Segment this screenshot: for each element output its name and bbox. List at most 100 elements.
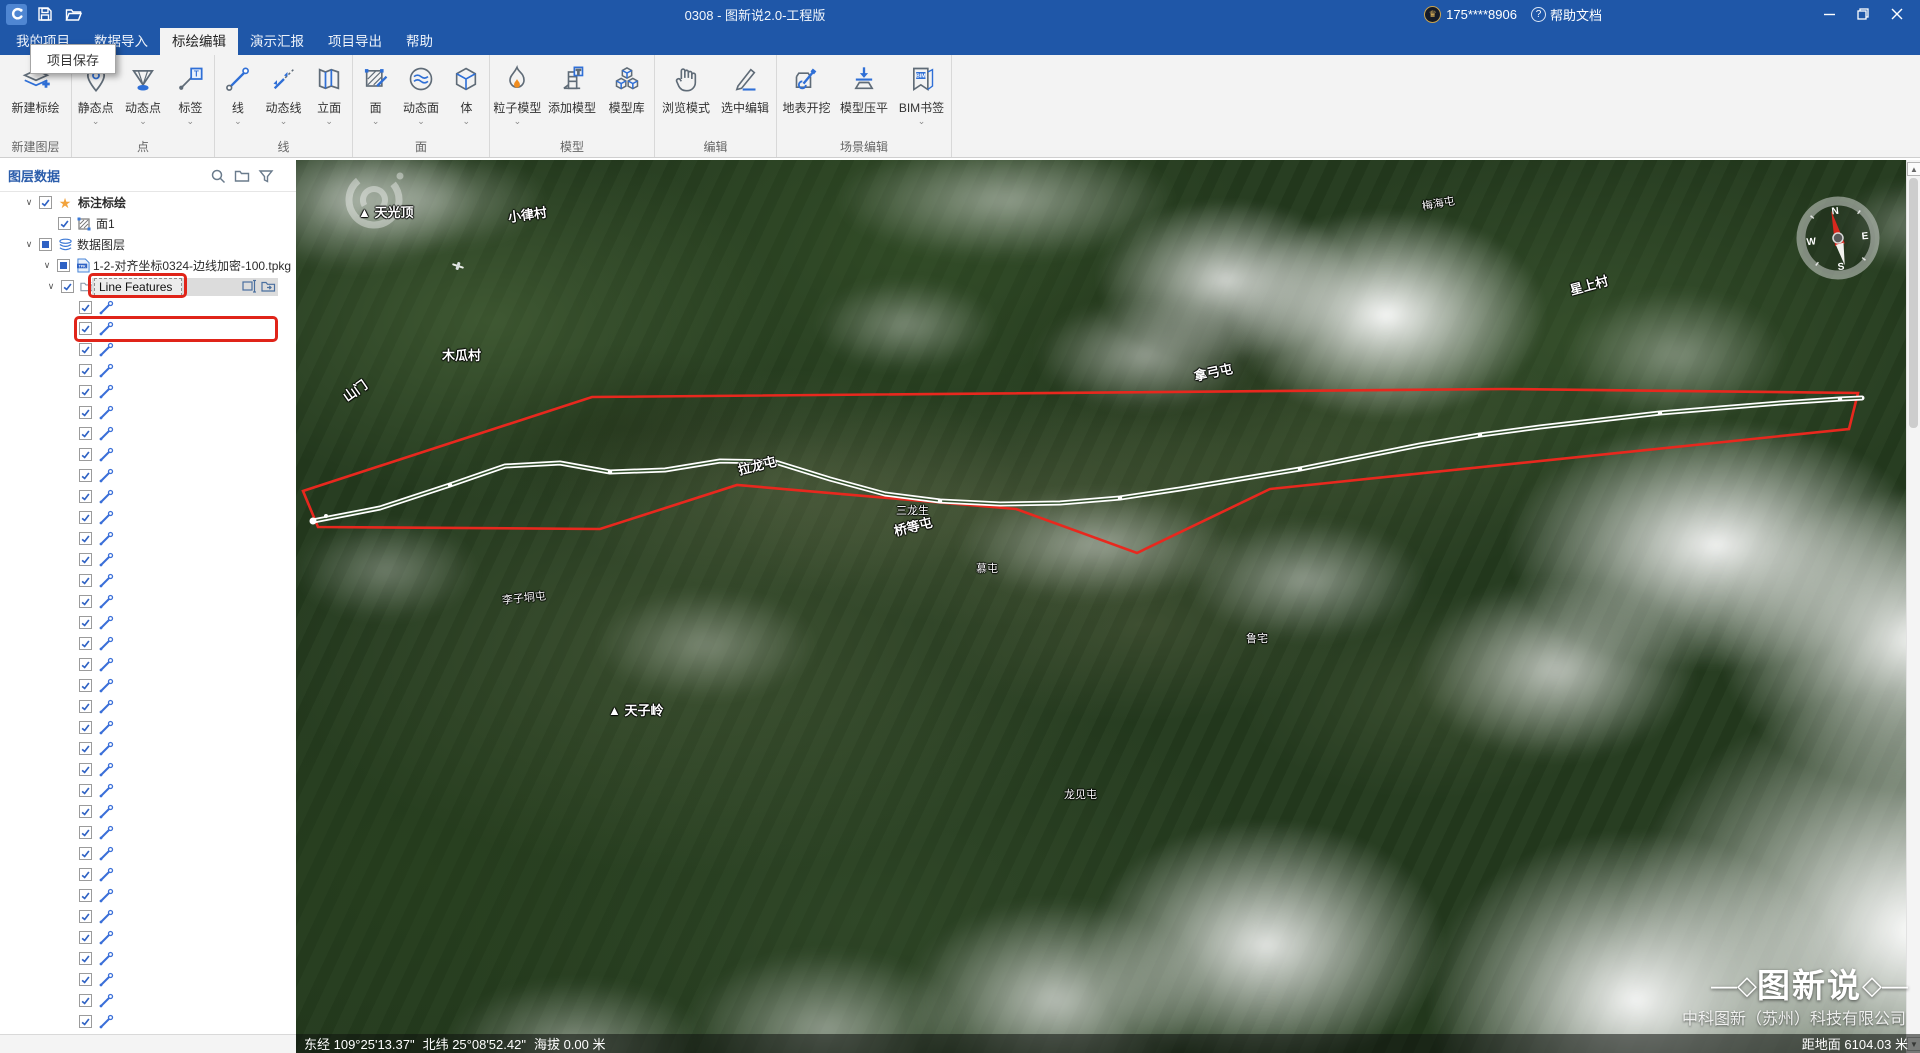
compass[interactable]: N E S W	[1796, 196, 1880, 280]
scrollbar-thumb[interactable]	[1909, 178, 1918, 428]
chevron-down-icon[interactable]: ⌄	[139, 116, 147, 127]
dynamic-line-button[interactable]: 动态线 ⌄	[261, 62, 307, 127]
checkbox-checked[interactable]	[79, 868, 92, 881]
layer-line-row[interactable]	[0, 927, 296, 948]
label-button[interactable]: T 标签 ⌄	[167, 62, 214, 127]
scroll-up-button[interactable]: ▲	[1907, 162, 1920, 176]
checkbox-checked[interactable]	[61, 280, 74, 293]
chevron-down-icon[interactable]: ⌄	[187, 116, 195, 127]
search-icon[interactable]	[210, 168, 226, 184]
checkbox-checked[interactable]	[79, 889, 92, 902]
checkbox-partial[interactable]	[39, 238, 52, 251]
dynamic-polygon-button[interactable]: 动态面 ⌄	[398, 62, 443, 127]
checkbox-checked[interactable]	[79, 364, 92, 377]
dynamic-point-button[interactable]: 动态点 ⌄	[119, 62, 166, 127]
chevron-down-icon[interactable]: ⌄	[514, 116, 522, 127]
tree-item-polygon-layer[interactable]: 面1	[0, 213, 296, 234]
close-button[interactable]	[1880, 0, 1914, 28]
tab-plot-edit[interactable]: 标绘编辑	[160, 28, 238, 55]
checkbox-checked[interactable]	[79, 490, 92, 503]
checkbox-checked[interactable]	[79, 301, 92, 314]
checkbox-checked[interactable]	[79, 994, 92, 1007]
expand-chevron-icon[interactable]: ∨	[24, 239, 34, 250]
checkbox-checked[interactable]	[79, 805, 92, 818]
checkbox-checked[interactable]	[79, 637, 92, 650]
model-flatten-button[interactable]: 模型压平	[836, 62, 892, 127]
checkbox-checked[interactable]	[79, 511, 92, 524]
facade-button[interactable]: 立面 ⌄	[306, 62, 352, 127]
checkbox-checked[interactable]	[79, 826, 92, 839]
checkbox-checked[interactable]	[79, 574, 92, 587]
checkbox-checked[interactable]	[79, 469, 92, 482]
layer-line-row[interactable]	[0, 465, 296, 486]
layer-line-row[interactable]	[0, 570, 296, 591]
layer-line-row[interactable]	[0, 780, 296, 801]
layer-line-row[interactable]	[0, 549, 296, 570]
layer-line-row[interactable]	[0, 801, 296, 822]
tab-help[interactable]: 帮助	[394, 28, 445, 55]
checkbox-checked[interactable]	[79, 427, 92, 440]
layer-line-row[interactable]	[0, 402, 296, 423]
layer-line-row[interactable]	[0, 906, 296, 927]
layer-line-row[interactable]	[0, 1011, 296, 1032]
chevron-down-icon[interactable]: ⌄	[234, 116, 242, 127]
checkbox-checked[interactable]	[79, 679, 92, 692]
corridor-polygon[interactable]	[301, 387, 1860, 555]
layer-line-row[interactable]	[0, 675, 296, 696]
checkbox-checked[interactable]	[79, 742, 92, 755]
checkbox-checked[interactable]	[79, 763, 92, 776]
map-viewport[interactable]: N E S W ▲ 天光顶 小律村 梅海屯 星上村 木瓜村 山门 拉龙屯 拿弓屯 桥等屯 三龙生慕…	[296, 160, 1920, 1053]
line-button[interactable]: 线 ⌄	[215, 62, 261, 127]
member-badge-icon[interactable]: ♛	[1424, 5, 1442, 23]
minimize-button[interactable]	[1812, 0, 1846, 28]
layer-line-row[interactable]	[0, 696, 296, 717]
chevron-down-icon[interactable]: ⌄	[372, 116, 380, 127]
particle-model-button[interactable]: 粒子模型 ⌄	[490, 62, 545, 127]
polygon-button[interactable]: 面 ⌄	[353, 62, 398, 127]
checkbox-checked[interactable]	[79, 910, 92, 923]
tree-item-line-features[interactable]: ∨	[0, 276, 296, 297]
expand-chevron-icon[interactable]: ∨	[42, 260, 52, 271]
chevron-down-icon[interactable]: ⌄	[417, 116, 425, 127]
volume-button[interactable]: 体 ⌄	[444, 62, 489, 127]
layer-rename-input[interactable]	[94, 278, 182, 296]
layer-line-row[interactable]	[0, 507, 296, 528]
layer-line-row[interactable]	[0, 360, 296, 381]
checkbox-checked[interactable]	[79, 1015, 92, 1028]
layer-line-row[interactable]	[0, 990, 296, 1011]
rename-confirm-icon[interactable]	[242, 279, 257, 299]
checkbox-checked[interactable]	[79, 448, 92, 461]
checkbox-checked[interactable]	[79, 973, 92, 986]
bim-bookmark-button[interactable]: BIM BIM书签 ⌄	[894, 62, 950, 127]
app-logo-icon[interactable]	[6, 3, 27, 25]
checkbox-checked[interactable]	[79, 343, 92, 356]
expand-chevron-icon[interactable]: ∨	[46, 281, 56, 292]
layer-line-row[interactable]	[0, 612, 296, 633]
layer-line-row[interactable]	[0, 381, 296, 402]
tree-item-data-root[interactable]: ∨ 数据图层	[0, 234, 296, 255]
checkbox-checked[interactable]	[79, 616, 92, 629]
checkbox-checked[interactable]	[79, 952, 92, 965]
layer-line-row[interactable]	[0, 339, 296, 360]
restore-button[interactable]	[1846, 0, 1880, 28]
checkbox-checked[interactable]	[79, 385, 92, 398]
checkbox-checked[interactable]	[79, 406, 92, 419]
filter-icon[interactable]	[258, 168, 274, 184]
layer-line-row[interactable]	[0, 738, 296, 759]
layer-line-row[interactable]	[0, 969, 296, 990]
layer-line-row[interactable]	[0, 864, 296, 885]
chevron-down-icon[interactable]: ⌄	[463, 116, 471, 127]
chevron-down-icon[interactable]: ⌄	[325, 116, 333, 127]
layer-line-row[interactable]	[0, 591, 296, 612]
layer-line-row[interactable]	[0, 633, 296, 654]
add-model-button[interactable]: T 添加模型	[545, 62, 600, 127]
layer-line-row[interactable]	[0, 423, 296, 444]
checkbox-checked[interactable]	[79, 700, 92, 713]
checkbox-checked[interactable]	[79, 532, 92, 545]
layer-line-row[interactable]	[0, 885, 296, 906]
chevron-down-icon[interactable]: ⌄	[918, 116, 926, 127]
layer-line-row[interactable]	[0, 318, 296, 339]
layer-line-row[interactable]	[0, 717, 296, 738]
checkbox-checked[interactable]	[79, 553, 92, 566]
checkbox-checked[interactable]	[79, 658, 92, 671]
